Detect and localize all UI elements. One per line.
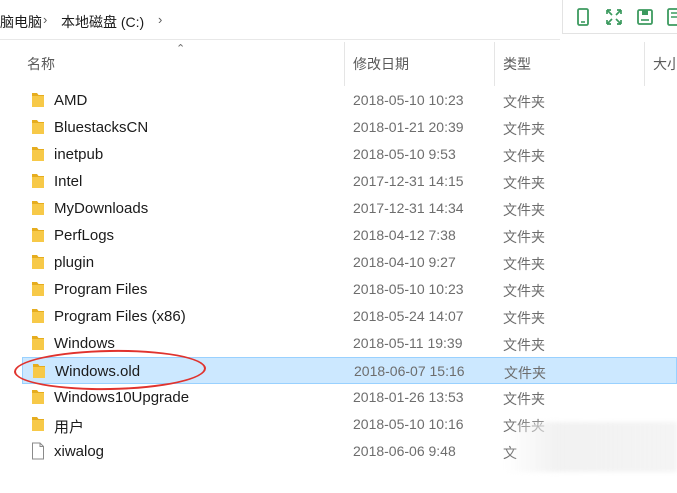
folder-icon [32, 282, 44, 296]
file-name: PerfLogs [54, 227, 115, 244]
file-name: Intel [54, 173, 83, 190]
folder-icon [32, 336, 44, 350]
file-name: Program Files (x86) [54, 308, 186, 325]
breadcrumb-separator-icon[interactable]: › [43, 12, 47, 27]
file-name: Windows10Upgrade [54, 389, 190, 406]
column-type[interactable]: 类型 [503, 54, 531, 74]
file-type: 文件夹 [503, 229, 545, 245]
folder-icon [32, 390, 44, 404]
folder-icon [32, 309, 44, 323]
column-size[interactable]: 大小 [653, 54, 677, 74]
file-type: 文件夹 [504, 365, 546, 381]
column-header: ⌃ 名称 修改日期 类型 大小 [0, 42, 677, 86]
file-name: xiwalog [54, 443, 105, 460]
file-type: 文件夹 [503, 283, 545, 299]
column-date-modified[interactable]: 修改日期 [353, 54, 409, 74]
file-name: Program Files [54, 281, 148, 298]
file-row[interactable]: plugin 2018-04-10 9:27 文件夹 [22, 249, 677, 276]
file-date-modified: 2017-12-31 14:34 [353, 200, 464, 216]
column-divider[interactable] [644, 42, 645, 86]
file-icon [32, 442, 44, 460]
sort-ascending-icon: ⌃ [176, 43, 186, 55]
file-row[interactable]: Program Files (x86) 2018-05-24 14:07 文件夹 [22, 303, 677, 330]
file-name: 用户 [54, 419, 85, 436]
file-date-modified: 2018-05-10 9:53 [353, 146, 456, 162]
phone-icon[interactable] [572, 6, 594, 28]
file-date-modified: 2018-05-24 14:07 [353, 308, 464, 324]
file-type: 文件夹 [503, 175, 545, 191]
file-date-modified: 2018-05-10 10:23 [353, 92, 464, 108]
file-name: MyDownloads [54, 200, 149, 217]
file-row[interactable]: PerfLogs 2018-04-12 7:38 文件夹 [22, 222, 677, 249]
expand-icon[interactable] [603, 6, 625, 28]
file-row[interactable]: BluestacksCN 2018-01-21 20:39 文件夹 [22, 114, 677, 141]
file-row[interactable]: Program Files 2018-05-10 10:23 文件夹 [22, 276, 677, 303]
column-divider[interactable] [494, 42, 495, 86]
file-date-modified: 2018-05-11 19:39 [353, 335, 463, 351]
folder-icon [32, 120, 44, 134]
column-divider[interactable] [344, 42, 345, 86]
breadcrumb-this-pc[interactable]: 脑电脑 [0, 12, 42, 32]
address-bar[interactable]: 脑电脑 › 本地磁盘 (C:) › [0, 0, 560, 40]
folder-icon [32, 201, 44, 215]
folder-icon [32, 93, 44, 107]
file-type: 文件夹 [503, 202, 545, 218]
file-type: 文件夹 [503, 337, 545, 353]
save-icon[interactable] [634, 6, 656, 28]
file-type: 文件夹 [503, 94, 545, 110]
file-date-modified: 2018-04-10 9:27 [353, 254, 456, 270]
file-row[interactable]: AMD 2018-05-10 10:23 文件夹 [22, 87, 677, 114]
file-name: BluestacksCN [54, 119, 149, 136]
file-type: 文件夹 [503, 391, 545, 407]
folder-icon [32, 147, 44, 161]
column-name[interactable]: 名称 [27, 54, 55, 74]
file-date-modified: 2018-06-06 9:48 [353, 443, 456, 459]
file-type: 文件夹 [503, 310, 545, 326]
file-row[interactable]: MyDownloads 2017-12-31 14:34 文件夹 [22, 195, 677, 222]
folder-icon [32, 174, 44, 188]
breadcrumb-local-disk[interactable]: 本地磁盘 (C:) [61, 12, 144, 32]
notebook-icon[interactable] [663, 6, 677, 28]
file-date-modified: 2018-06-07 15:16 [354, 363, 465, 379]
folder-icon [32, 228, 44, 242]
file-date-modified: 2018-04-12 7:38 [353, 227, 456, 243]
file-name: inetpub [54, 146, 104, 163]
file-type: 文件夹 [503, 121, 545, 137]
file-name: AMD [54, 92, 88, 109]
folder-icon [32, 417, 44, 431]
file-type: 文件夹 [503, 256, 545, 272]
quick-toolbar [562, 0, 677, 34]
file-row[interactable]: inetpub 2018-05-10 9:53 文件夹 [22, 141, 677, 168]
file-type: 文件夹 [503, 148, 545, 164]
folder-icon [32, 255, 44, 269]
file-date-modified: 2018-01-26 13:53 [353, 389, 464, 405]
file-date-modified: 2017-12-31 14:15 [353, 173, 464, 189]
watermark-blur [505, 422, 677, 472]
file-date-modified: 2018-05-10 10:16 [353, 416, 464, 432]
breadcrumb-chevron-icon[interactable]: › [158, 12, 162, 27]
file-name: plugin [54, 254, 95, 271]
file-date-modified: 2018-05-10 10:23 [353, 281, 464, 297]
file-date-modified: 2018-01-21 20:39 [353, 119, 464, 135]
file-row[interactable]: Intel 2017-12-31 14:15 文件夹 [22, 168, 677, 195]
